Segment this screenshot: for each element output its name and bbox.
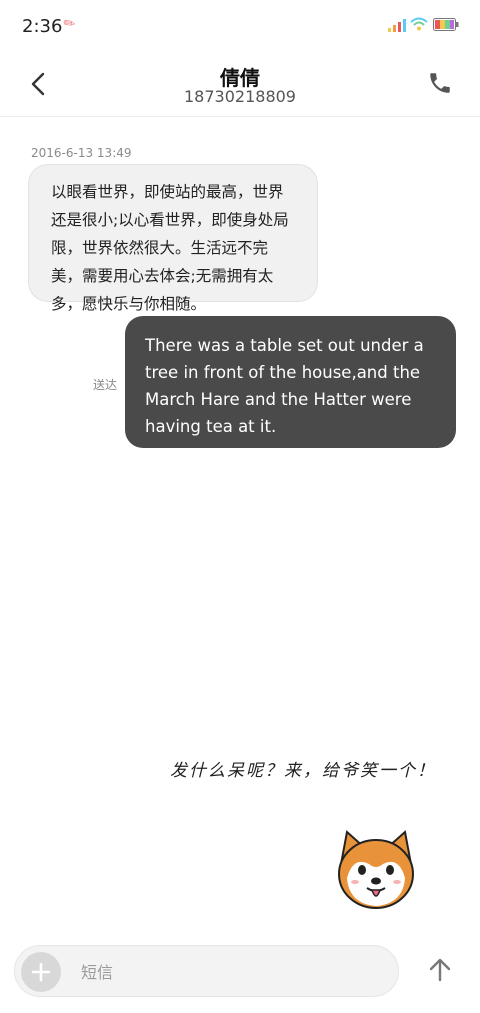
signal-icon <box>388 19 406 32</box>
plus-icon <box>31 962 51 982</box>
paperclip-icon: ✎ <box>60 14 80 34</box>
delivery-status: 送达 <box>93 378 118 392</box>
shiba-dog-icon <box>338 830 414 909</box>
add-attachment-button[interactable] <box>21 952 61 992</box>
send-arrow-icon[interactable] <box>426 956 454 984</box>
empty-state-text: 发什么呆呢？来，给爷笑一个！ <box>170 761 436 781</box>
message-timestamp: 2016-6-13 13:49 <box>31 146 132 160</box>
incoming-message-bubble[interactable]: 以眼看世界，即使站的最高，世界还是很小;以心看世界，即使身处局限，世界依然很大。… <box>28 164 318 313</box>
phone-icon[interactable] <box>427 70 453 96</box>
outgoing-message-bubble[interactable]: There was a table set out under a tree i… <box>125 316 456 448</box>
message-composer <box>14 945 399 997</box>
message-input[interactable] <box>79 956 383 988</box>
conversation-header: 倩倩 18730218809 <box>0 52 480 117</box>
status-time: 2:36 <box>22 16 63 37</box>
wifi-icon <box>410 17 428 31</box>
battery-icon <box>433 18 459 31</box>
contact-number: 18730218809 <box>184 87 296 106</box>
status-bar: 2:36 ✎ <box>0 0 480 52</box>
